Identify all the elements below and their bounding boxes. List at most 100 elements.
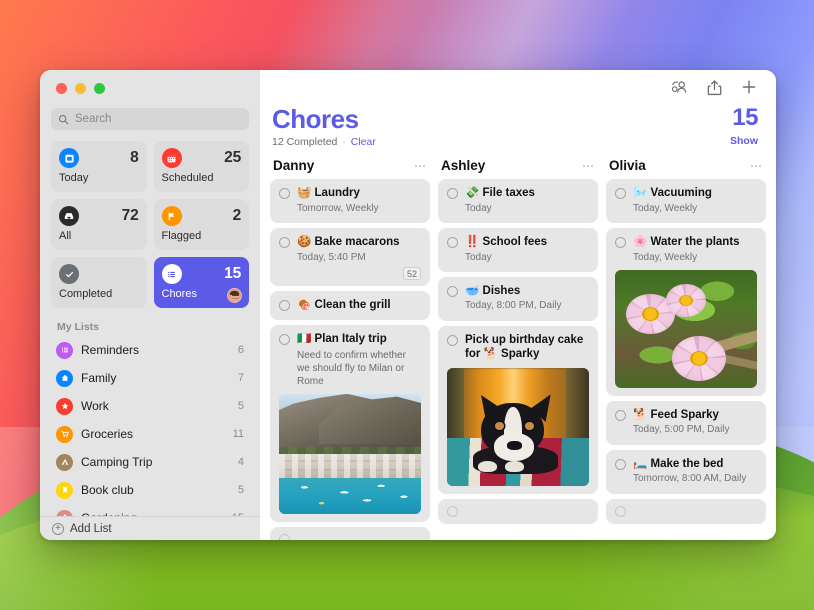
add-list-button[interactable]: + Add List (40, 516, 260, 540)
smart-list-label: Scheduled (162, 172, 242, 184)
smart-list-completed[interactable]: Completed (51, 257, 147, 308)
window-toolbar (260, 70, 776, 104)
task-row[interactable]: 💸 File taxes Today (438, 179, 598, 223)
task-row[interactable]: 🇮🇹 Plan Italy trip Need to confirm wheth… (270, 325, 430, 521)
complete-checkbox[interactable] (279, 300, 290, 311)
close-button[interactable] (56, 83, 67, 94)
task-emoji: 🍖 (297, 299, 311, 311)
sidebar-item-count: 5 (238, 400, 244, 412)
sidebar-item-label: Family (81, 371, 230, 385)
today-icon (59, 148, 79, 168)
completed-count-label: 12 Completed (272, 136, 337, 148)
sidebar-item-groceries[interactable]: Groceries 11 (48, 420, 252, 448)
task-emoji: 💸 (465, 187, 479, 199)
complete-checkbox[interactable] (615, 237, 626, 248)
task-title: File taxes (483, 187, 535, 199)
complete-checkbox[interactable] (447, 286, 458, 297)
pink-cosmos-flowers-photo[interactable] (615, 270, 757, 388)
plus-circle-icon: + (52, 523, 64, 535)
task-row[interactable]: 🐕 Feed Sparky Today, 5:00 PM, Daily (606, 401, 766, 445)
sidebar-item-label: Work (81, 399, 230, 413)
smart-list-chores[interactable]: 15 Chores (154, 257, 250, 308)
task-emoji: ‼️ (465, 236, 479, 248)
task-row[interactable]: 🧺 Laundry Tomorrow, Weekly (270, 179, 430, 223)
complete-checkbox[interactable] (279, 334, 290, 345)
complete-checkbox[interactable] (279, 237, 290, 248)
column-olivia: Olivia ⋯ 🌬️ Vacuuming Today, Weekly (606, 158, 766, 540)
clear-button[interactable]: Clear (351, 136, 376, 148)
task-row[interactable]: Pick up birthday cake for 🐕 Sparky (438, 326, 598, 494)
complete-checkbox[interactable] (447, 237, 458, 248)
column-menu-button[interactable]: ⋯ (750, 162, 763, 170)
task-subtitle: Tomorrow, 8:00 AM, Daily (633, 473, 757, 486)
minimize-button[interactable] (75, 83, 86, 94)
task-title: Vacuuming (651, 187, 712, 199)
complete-checkbox[interactable] (447, 506, 458, 517)
new-task-input[interactable] (606, 499, 766, 524)
smart-list-count: 2 (233, 207, 241, 225)
add-reminder-icon[interactable] (740, 78, 758, 96)
task-emoji: 🧺 (297, 187, 311, 199)
smart-list-flagged[interactable]: 2 Flagged (154, 199, 250, 250)
complete-checkbox[interactable] (447, 188, 458, 199)
smart-list-today[interactable]: 8 Today (51, 141, 147, 192)
new-task-input[interactable] (270, 527, 430, 540)
smart-list-scheduled[interactable]: 25 Scheduled (154, 141, 250, 192)
task-subtitle: Today (465, 252, 589, 265)
task-emoji: 🌸 (633, 236, 647, 248)
share-icon[interactable] (705, 78, 723, 96)
task-title: Pick up birthday cake for 🐕 Sparky (465, 333, 589, 362)
bookmark-icon (56, 482, 73, 499)
task-emoji: 🇮🇹 (297, 333, 311, 345)
share-participants-icon[interactable] (670, 78, 688, 96)
complete-checkbox[interactable] (615, 459, 626, 470)
smart-list-label: Flagged (162, 230, 242, 242)
column-menu-button[interactable]: ⋯ (414, 162, 427, 170)
sidebar: Search 8 Today (40, 70, 260, 540)
sidebar-item-family[interactable]: Family 7 (48, 364, 252, 392)
task-row[interactable]: 🍪 Bake macarons Today, 5:40 PM 52 (270, 228, 430, 286)
complete-checkbox[interactable] (447, 335, 458, 346)
sidebar-item-book-club[interactable]: Book club 5 (48, 476, 252, 504)
complete-checkbox[interactable] (279, 188, 290, 199)
status-badge: 52 (403, 267, 421, 280)
task-row[interactable]: ‼️ School fees Today (438, 228, 598, 272)
sidebar-item-count: 7 (238, 372, 244, 384)
task-title: Make the bed (651, 458, 724, 470)
smart-list-count: 72 (122, 207, 139, 225)
sidebar-item-work[interactable]: Work 5 (48, 392, 252, 420)
column-title: Ashley (441, 158, 485, 173)
search-icon (58, 114, 69, 125)
task-note: Need to confirm whether we should fly to… (297, 349, 421, 388)
complete-checkbox[interactable] (279, 534, 290, 540)
complete-checkbox[interactable] (615, 188, 626, 199)
smart-list-count: 8 (130, 149, 138, 167)
complete-checkbox[interactable] (615, 506, 626, 517)
task-subtitle: Today, 8:00 PM, Daily (465, 300, 589, 313)
window-traffic-lights (40, 70, 260, 94)
task-row[interactable]: 🌬️ Vacuuming Today, Weekly (606, 179, 766, 223)
smart-list-count: 25 (224, 149, 241, 167)
column-title: Danny (273, 158, 314, 173)
task-title: Water the plants (651, 236, 740, 248)
task-row[interactable]: 🛏️ Make the bed Tomorrow, 8:00 AM, Daily (606, 450, 766, 494)
task-row[interactable]: 🍖 Clean the grill (270, 291, 430, 320)
task-emoji: 🥣 (465, 285, 479, 297)
search-field[interactable]: Search (51, 108, 249, 130)
smart-list-all[interactable]: 72 All (51, 199, 147, 250)
my-lists-header: My Lists (57, 321, 260, 333)
task-title: School fees (483, 236, 548, 248)
avatar (227, 288, 242, 303)
boston-terrier-dog-photo[interactable] (447, 368, 589, 486)
new-task-input[interactable] (438, 499, 598, 524)
complete-checkbox[interactable] (615, 410, 626, 421)
zoom-button[interactable] (94, 83, 105, 94)
sidebar-item-reminders[interactable]: Reminders 6 (48, 336, 252, 364)
assignee-columns: Danny ⋯ 🧺 Laundry Tomorrow, Weekly (260, 148, 776, 540)
column-menu-button[interactable]: ⋯ (582, 162, 595, 170)
sidebar-item-camping-trip[interactable]: Camping Trip 4 (48, 448, 252, 476)
task-row[interactable]: 🌸 Water the plants Today, Weekly (606, 228, 766, 396)
italy-coastal-village-photo[interactable] (279, 394, 421, 514)
task-row[interactable]: 🥣 Dishes Today, 8:00 PM, Daily (438, 277, 598, 321)
show-completed-button[interactable]: Show (730, 135, 758, 147)
